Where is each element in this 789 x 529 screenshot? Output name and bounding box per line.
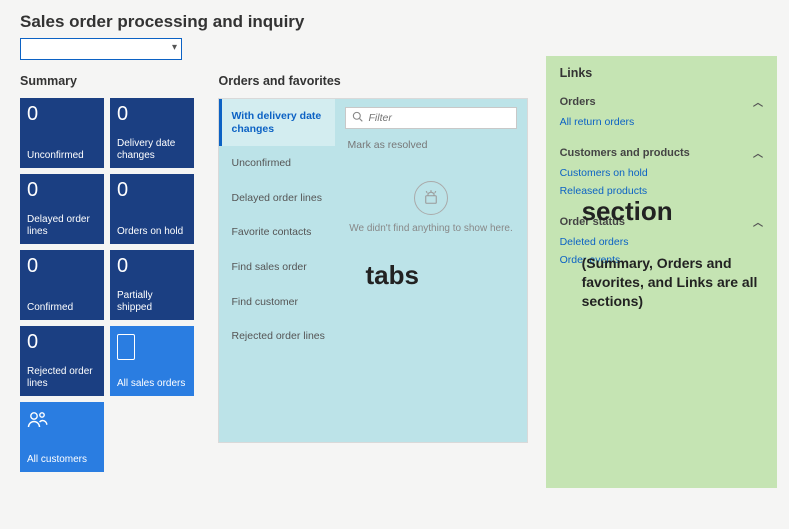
orders-tabpanel: Mark as resolved We didn't find anything… bbox=[335, 99, 526, 442]
tab-favorite-contacts[interactable]: Favorite contacts bbox=[219, 215, 335, 250]
tile-label: Confirmed bbox=[27, 302, 97, 314]
link-group-title: Customers and products bbox=[560, 147, 690, 159]
links-heading: Links bbox=[560, 66, 763, 80]
annotation-tabs: tabs bbox=[365, 260, 516, 291]
links-section: Links Orders ︿ All return orders Custome… bbox=[546, 56, 777, 488]
tile-partially-shipped[interactable]: 0 Partially shipped bbox=[110, 250, 194, 320]
tab-find-customer[interactable]: Find customer bbox=[219, 285, 335, 320]
tab-find-sales-order[interactable]: Find sales order bbox=[219, 250, 335, 285]
tile-count: 0 bbox=[27, 180, 97, 200]
workspace-dropdown[interactable]: ▾ bbox=[20, 38, 182, 60]
tile-label: Rejected order lines bbox=[27, 366, 97, 390]
link-group-order-status[interactable]: Order status ︿ bbox=[560, 208, 763, 233]
chevron-down-icon: ▾ bbox=[172, 42, 177, 53]
link-group-title: Orders bbox=[560, 96, 596, 108]
tile-delivery-date-changes[interactable]: 0 Delivery date changes bbox=[110, 98, 194, 168]
tile-delayed-order-lines[interactable]: 0 Delayed order lines bbox=[20, 174, 104, 244]
filter-box[interactable] bbox=[345, 107, 516, 129]
tab-rejected-order-lines[interactable]: Rejected order lines bbox=[219, 319, 335, 354]
tile-orders-on-hold[interactable]: 0 Orders on hold bbox=[110, 174, 194, 244]
tile-label: Delayed order lines bbox=[27, 214, 97, 238]
mark-as-resolved-link[interactable]: Mark as resolved bbox=[345, 139, 516, 151]
tile-count: 0 bbox=[117, 104, 187, 124]
link-group-title: Order status bbox=[560, 216, 625, 228]
link-released-products[interactable]: Released products bbox=[560, 182, 763, 200]
filter-input[interactable] bbox=[368, 112, 509, 124]
link-group-orders[interactable]: Orders ︿ bbox=[560, 88, 763, 113]
link-order-events[interactable]: Order events bbox=[560, 251, 763, 269]
tile-confirmed[interactable]: 0 Confirmed bbox=[20, 250, 104, 320]
tile-unconfirmed[interactable]: 0 Unconfirmed bbox=[20, 98, 104, 168]
tab-with-delivery-date-changes[interactable]: With delivery date changes bbox=[219, 99, 335, 146]
tab-unconfirmed[interactable]: Unconfirmed bbox=[219, 146, 335, 181]
tile-count: 0 bbox=[117, 256, 187, 276]
people-icon bbox=[27, 410, 97, 434]
chevron-up-icon: ︿ bbox=[753, 214, 763, 229]
tile-all-customers[interactable]: All customers bbox=[20, 402, 104, 472]
search-icon bbox=[352, 111, 363, 125]
empty-state-icon bbox=[414, 181, 448, 215]
tile-label: Orders on hold bbox=[117, 226, 187, 238]
orders-and-favorites-section: Orders and favorites With delivery date … bbox=[218, 74, 527, 443]
tile-label: Unconfirmed bbox=[27, 150, 97, 162]
chevron-up-icon: ︿ bbox=[753, 94, 763, 109]
tile-count: 0 bbox=[27, 332, 97, 352]
orders-heading: Orders and favorites bbox=[218, 74, 527, 88]
tile-label: All sales orders bbox=[117, 378, 187, 390]
summary-section: Summary 0 Unconfirmed 0 Delivery date ch… bbox=[20, 74, 200, 472]
link-customers-on-hold[interactable]: Customers on hold bbox=[560, 164, 763, 182]
page-title: Sales order processing and inquiry bbox=[0, 0, 789, 38]
tile-rejected-order-lines[interactable]: 0 Rejected order lines bbox=[20, 326, 104, 396]
tile-count: 0 bbox=[27, 104, 97, 124]
tile-count: 0 bbox=[117, 180, 187, 200]
link-deleted-orders[interactable]: Deleted orders bbox=[560, 233, 763, 251]
tab-delayed-order-lines[interactable]: Delayed order lines bbox=[219, 181, 335, 216]
tile-all-sales-orders[interactable]: All sales orders bbox=[110, 326, 194, 396]
document-icon bbox=[117, 334, 135, 360]
chevron-up-icon: ︿ bbox=[753, 145, 763, 160]
tile-count: 0 bbox=[27, 256, 97, 276]
orders-tablist: With delivery date changes Unconfirmed D… bbox=[219, 99, 335, 442]
link-group-customers-products[interactable]: Customers and products ︿ bbox=[560, 139, 763, 164]
empty-state-message: We didn't find anything to show here. bbox=[345, 223, 516, 234]
summary-heading: Summary bbox=[20, 74, 200, 88]
tile-label: Delivery date changes bbox=[117, 138, 187, 162]
tile-label: All customers bbox=[27, 454, 97, 466]
link-all-return-orders[interactable]: All return orders bbox=[560, 113, 763, 131]
tile-label: Partially shipped bbox=[117, 290, 187, 314]
